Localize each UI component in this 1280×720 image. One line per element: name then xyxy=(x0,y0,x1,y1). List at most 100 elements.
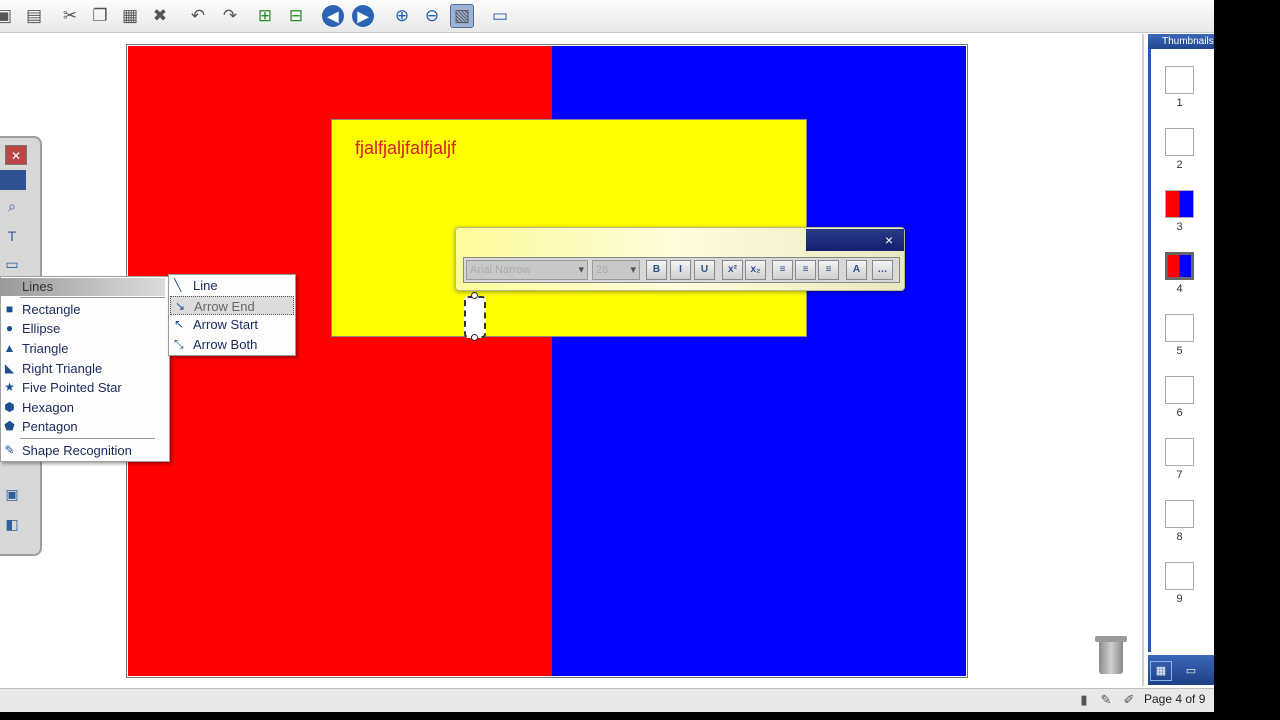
cut-icon[interactable]: ✂ xyxy=(58,4,82,28)
insert-blank-page-icon[interactable]: ⊞ xyxy=(253,4,277,28)
delete-icon[interactable]: ✖ xyxy=(148,4,172,28)
submenu-item-label: Arrow Start xyxy=(193,317,259,332)
text-tool-icon[interactable]: T xyxy=(0,225,24,247)
thumbnail-page-1[interactable] xyxy=(1165,66,1194,94)
status-bottom-edge xyxy=(0,712,1214,720)
save-icon[interactable]: ▤ xyxy=(22,4,46,28)
screen-border xyxy=(1214,0,1280,720)
text-insertion-handle[interactable] xyxy=(464,296,486,338)
thumbnail-page-2[interactable] xyxy=(1165,128,1194,156)
resize-handle-top[interactable] xyxy=(471,292,478,299)
triangle-icon: ▲ xyxy=(3,341,16,355)
menu-item-pentagon[interactable]: ⬟ Pentagon xyxy=(0,417,168,436)
menu-item-rectangle[interactable]: ■ Rectangle xyxy=(0,300,168,319)
thumbnails-tab[interactable]: Thumbnails xyxy=(1148,34,1214,49)
thumbnail-page-7[interactable] xyxy=(1165,438,1194,466)
magnify-icon[interactable]: ⌕ xyxy=(0,195,24,217)
menu-item-ellipse[interactable]: ● Ellipse xyxy=(0,319,168,338)
screen-shade-icon[interactable]: ▧ xyxy=(450,4,474,28)
menu-separator xyxy=(20,438,155,439)
more-options-button[interactable]: … xyxy=(872,260,893,280)
align-left-button[interactable]: ≡ xyxy=(772,260,793,280)
text-color-button[interactable]: A xyxy=(846,260,867,280)
display-settings-icon[interactable]: ▭ xyxy=(488,4,512,28)
text-toolbar-controls: Arial Narrow 28 B I U x² x₂ ≡ ≡ ≡ A … xyxy=(463,257,900,283)
next-page-icon[interactable]: ▶ xyxy=(352,5,374,27)
shapes-menu-header-label[interactable]: Lines xyxy=(22,279,53,294)
menu-separator xyxy=(20,297,165,298)
thumbnail-number: 4 xyxy=(1176,283,1183,295)
bold-button[interactable]: B xyxy=(646,260,667,280)
tools-icon[interactable]: ✐ xyxy=(1120,692,1138,708)
menu-item-label: Ellipse xyxy=(22,321,61,336)
tools-panel-close-icon[interactable]: ✕ xyxy=(5,145,27,165)
thumbnail-number: 6 xyxy=(1176,407,1183,419)
thumbnail-page-5[interactable] xyxy=(1165,314,1194,342)
submenu-item-arrow-start[interactable]: ↖ Arrow Start xyxy=(170,315,294,334)
menu-item-label: Pentagon xyxy=(22,419,78,434)
underline-button[interactable]: U xyxy=(694,260,715,280)
menu-item-hexagon[interactable]: ⬢ Hexagon xyxy=(0,398,168,417)
thumbnail-number: 5 xyxy=(1176,345,1183,357)
display-icon[interactable]: ▣ xyxy=(0,483,24,505)
application-window: ▣ ▤ ✂ ❐ ▦ ✖ ↶ ↷ ⊞ ⊟ ◀ ▶ ⊕ ⊖ ▧ ▭ fjalfjaljfalfjaljf × Ar… xyxy=(0,0,1214,720)
redo-icon[interactable]: ↷ xyxy=(218,4,242,28)
menu-item-star[interactable]: ★ Five Pointed Star xyxy=(0,378,168,397)
align-center-button[interactable]: ≡ xyxy=(795,260,816,280)
menu-item-label: Hexagon xyxy=(22,400,75,415)
screen-capture-icon[interactable]: ▭ xyxy=(0,253,24,275)
ellipse-icon: ● xyxy=(5,321,14,335)
copy-icon[interactable]: ❐ xyxy=(88,4,112,28)
pentagon-icon: ⬟ xyxy=(4,419,15,433)
rectangle-icon: ■ xyxy=(5,302,14,316)
submenu-item-arrow-both[interactable]: ⤡ Arrow Both xyxy=(170,335,294,354)
italic-button[interactable]: I xyxy=(670,260,691,280)
superscript-button[interactable]: x² xyxy=(722,260,743,280)
paste-icon[interactable]: ▦ xyxy=(118,4,142,28)
thumbnail-view-icon[interactable]: ▦ xyxy=(1150,661,1172,681)
zoom-out-icon[interactable]: ⊖ xyxy=(420,4,444,28)
trash-can-body[interactable] xyxy=(1099,642,1123,674)
thumbnail-page-4[interactable] xyxy=(1165,252,1194,280)
submenu-item-line[interactable]: ╲ Line xyxy=(170,276,294,295)
fill-tool-icon[interactable]: ◧ xyxy=(0,513,24,535)
text-box-content[interactable]: fjalfjaljfalfjaljf xyxy=(355,138,456,159)
duplicate-page-icon[interactable]: ⊟ xyxy=(284,4,308,28)
menu-item-label: Right Triangle xyxy=(22,361,103,376)
thumbnail-page-9[interactable] xyxy=(1165,562,1194,590)
right-triangle-icon: ◣ xyxy=(4,361,15,375)
thumbnail-page-6[interactable] xyxy=(1165,376,1194,404)
page-indicator: Page 4 of 9 xyxy=(1144,692,1206,706)
zoom-in-icon[interactable]: ⊕ xyxy=(390,4,414,28)
menu-item-triangle[interactable]: ▲ Triangle xyxy=(0,339,168,358)
font-size-select[interactable]: 28 xyxy=(592,260,640,280)
align-right-button[interactable]: ≡ xyxy=(818,260,839,280)
arrow-end-icon: ↘ xyxy=(175,299,186,313)
subscript-button[interactable]: x₂ xyxy=(745,260,766,280)
font-family-select[interactable]: Arial Narrow xyxy=(466,260,588,280)
menu-item-shape-recognition[interactable]: ✎ Shape Recognition xyxy=(0,441,168,460)
thumbnail-page-8[interactable] xyxy=(1165,500,1194,528)
thumbnail-page-3[interactable] xyxy=(1165,190,1194,218)
line-icon: ╲ xyxy=(174,278,182,292)
menu-item-right-triangle[interactable]: ◣ Right Triangle xyxy=(0,359,168,378)
open-folder-icon[interactable]: ▣ xyxy=(0,4,16,28)
main-toolbar: ▣ ▤ ✂ ❐ ▦ ✖ ↶ ↷ ⊞ ⊟ ◀ ▶ ⊕ ⊖ ▧ ▭ xyxy=(0,0,1214,33)
pen-icon[interactable]: ✎ xyxy=(1097,692,1115,708)
submenu-item-label: Arrow Both xyxy=(193,337,258,352)
submenu-item-arrow-end[interactable]: ↘ Arrow End xyxy=(170,296,294,315)
menu-item-label: Rectangle xyxy=(22,302,81,317)
thumbnail-number: 8 xyxy=(1176,531,1183,543)
page-view-icon[interactable]: ▭ xyxy=(1180,661,1202,681)
thumbnail-number: 3 xyxy=(1176,221,1183,233)
previous-page-icon[interactable]: ◀ xyxy=(322,5,344,27)
resize-handle-bottom[interactable] xyxy=(471,334,478,341)
submenu-item-label: Line xyxy=(193,278,218,293)
undo-icon[interactable]: ↶ xyxy=(186,4,210,28)
tools-panel-header[interactable] xyxy=(0,170,26,190)
close-icon[interactable]: × xyxy=(880,232,898,248)
document-icon[interactable]: ▮ xyxy=(1075,692,1093,708)
thumbnail-number: 7 xyxy=(1176,469,1183,481)
thumbnails-scrollbar[interactable] xyxy=(1148,49,1151,652)
arrow-both-icon: ⤡ xyxy=(174,337,184,351)
